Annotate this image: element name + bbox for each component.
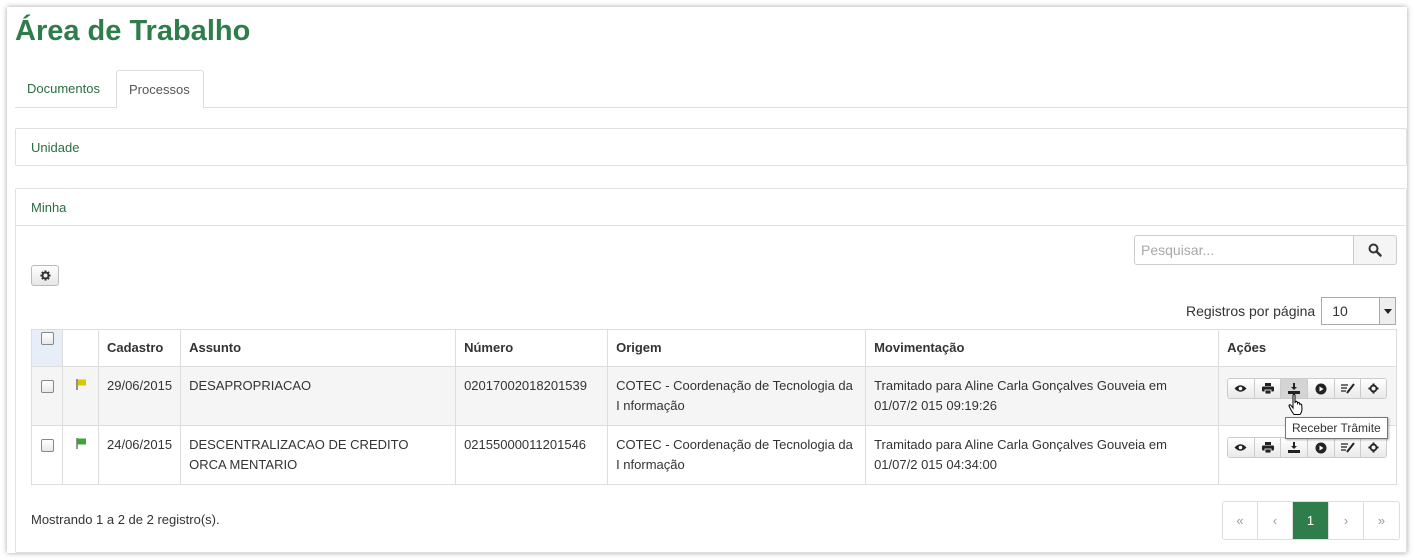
pagination-page-1[interactable]: 1 — [1293, 502, 1329, 539]
flag-green-icon — [76, 438, 86, 449]
header-assunto[interactable]: Assunto — [180, 329, 457, 367]
processes-table: Cadastro Assunto Número Origem Movimenta… — [31, 329, 1397, 485]
gear-icon — [39, 270, 51, 281]
row-checkbox[interactable] — [40, 439, 54, 452]
pagination-prev[interactable]: ‹ — [1258, 502, 1293, 539]
eye-icon — [1234, 444, 1247, 451]
minha-panel-header[interactable]: Minha — [16, 189, 1406, 226]
select-all-checkbox[interactable] — [40, 332, 54, 345]
table-header-row: Cadastro Assunto Número Origem Movimenta… — [31, 329, 1397, 367]
row-checkbox[interactable] — [40, 380, 54, 393]
cell-movimentacao: Tramitado para Aline Carla Gonçalves Gou… — [865, 366, 1220, 426]
print-icon — [1261, 442, 1274, 453]
forward-icon — [1315, 383, 1327, 394]
cell-origem: COTEC - Coordenação de Tecnologia da I n… — [607, 366, 867, 426]
print-icon — [1261, 383, 1274, 394]
print-button[interactable] — [1254, 438, 1282, 457]
per-page-label: Registros por página — [1186, 303, 1316, 319]
header-cadastro[interactable]: Cadastro — [97, 329, 182, 367]
cell-numero: 02017002018201539 — [455, 366, 609, 426]
edit-icon — [1340, 383, 1355, 394]
cell-cadastro: 29/06/2015 — [97, 366, 182, 426]
flag-cell — [62, 366, 99, 426]
edit-button[interactable] — [1334, 438, 1362, 457]
flag-header — [62, 329, 99, 367]
per-page-value: 10 — [1332, 303, 1348, 319]
pagination-last[interactable]: » — [1364, 502, 1399, 539]
view-button[interactable] — [1228, 438, 1255, 457]
cell-assunto: DESCENTRALIZACAO DE CREDITO ORCA MENTARI… — [180, 425, 457, 485]
edit-button[interactable] — [1334, 379, 1362, 398]
forward-icon — [1315, 442, 1327, 453]
gear-icon — [1368, 383, 1379, 394]
header-movimentacao[interactable]: Movimentação — [865, 329, 1220, 367]
forward-button[interactable] — [1308, 379, 1335, 398]
cell-assunto: DESAPROPRIACAO — [180, 366, 457, 426]
flag-yellow-icon — [76, 379, 86, 390]
cell-movimentacao: Tramitado para Aline Carla Gonçalves Gou… — [865, 425, 1220, 485]
select-all-cell — [31, 329, 63, 367]
row-select-cell — [31, 366, 63, 426]
gear-icon — [1368, 442, 1379, 453]
table-row[interactable]: 29/06/2015 DESAPROPRIACAO 02017002018201… — [31, 366, 1397, 426]
options-button[interactable] — [1361, 438, 1387, 457]
view-button[interactable] — [1228, 379, 1255, 398]
cell-origem: COTEC - Coordenação de Tecnologia da I n… — [607, 425, 867, 485]
dropdown-arrow-icon[interactable] — [1379, 298, 1396, 324]
header-origem[interactable]: Origem — [607, 329, 867, 367]
edit-icon — [1340, 442, 1355, 453]
print-button[interactable] — [1254, 379, 1282, 398]
cell-numero: 02155000011201546 — [455, 425, 609, 485]
search-group — [1134, 235, 1398, 265]
per-page-control: Registros por página 10 — [1186, 296, 1397, 326]
per-page-select[interactable]: 10 — [1321, 297, 1397, 325]
search-input[interactable] — [1134, 235, 1354, 265]
forward-button[interactable] — [1308, 438, 1335, 457]
tab-processos[interactable]: Processos — [116, 70, 204, 109]
flag-cell — [62, 425, 99, 485]
tooltip: Receber Trâmite — [1285, 417, 1388, 439]
pagination-next[interactable]: › — [1329, 502, 1364, 539]
page-title: Área de Trabalho — [15, 15, 251, 47]
records-info: Mostrando 1 a 2 de 2 registro(s). — [31, 512, 220, 527]
receive-icon — [1288, 383, 1301, 394]
unidade-panel-header[interactable]: Unidade — [16, 129, 1406, 166]
unidade-panel: Unidade — [15, 128, 1407, 166]
header-acoes: Ações — [1218, 329, 1397, 367]
search-button[interactable] — [1353, 235, 1397, 265]
search-icon — [1368, 243, 1382, 257]
options-button[interactable] — [1361, 379, 1387, 398]
tab-bar: Documentos Processos — [15, 70, 1407, 109]
tab-documentos[interactable]: Documentos — [15, 70, 115, 108]
settings-button[interactable] — [31, 265, 59, 286]
row-select-cell — [31, 425, 63, 485]
pagination-first[interactable]: « — [1223, 502, 1258, 539]
workspace-page: Área de Trabalho Documentos Processos Un… — [7, 7, 1407, 553]
pagination: « ‹ 1 › » — [1222, 501, 1400, 540]
row-actions — [1227, 378, 1388, 399]
hand-cursor-icon — [1288, 394, 1303, 415]
row-actions — [1227, 437, 1388, 458]
table-row[interactable]: 24/06/2015 DESCENTRALIZACAO DE CREDITO O… — [31, 425, 1397, 485]
receive-icon — [1288, 442, 1301, 453]
header-numero[interactable]: Número — [455, 329, 609, 367]
minha-panel: Minha Registros por — [15, 188, 1407, 553]
cell-cadastro: 24/06/2015 — [97, 425, 182, 485]
eye-icon — [1234, 385, 1247, 392]
receive-button[interactable] — [1281, 438, 1309, 457]
